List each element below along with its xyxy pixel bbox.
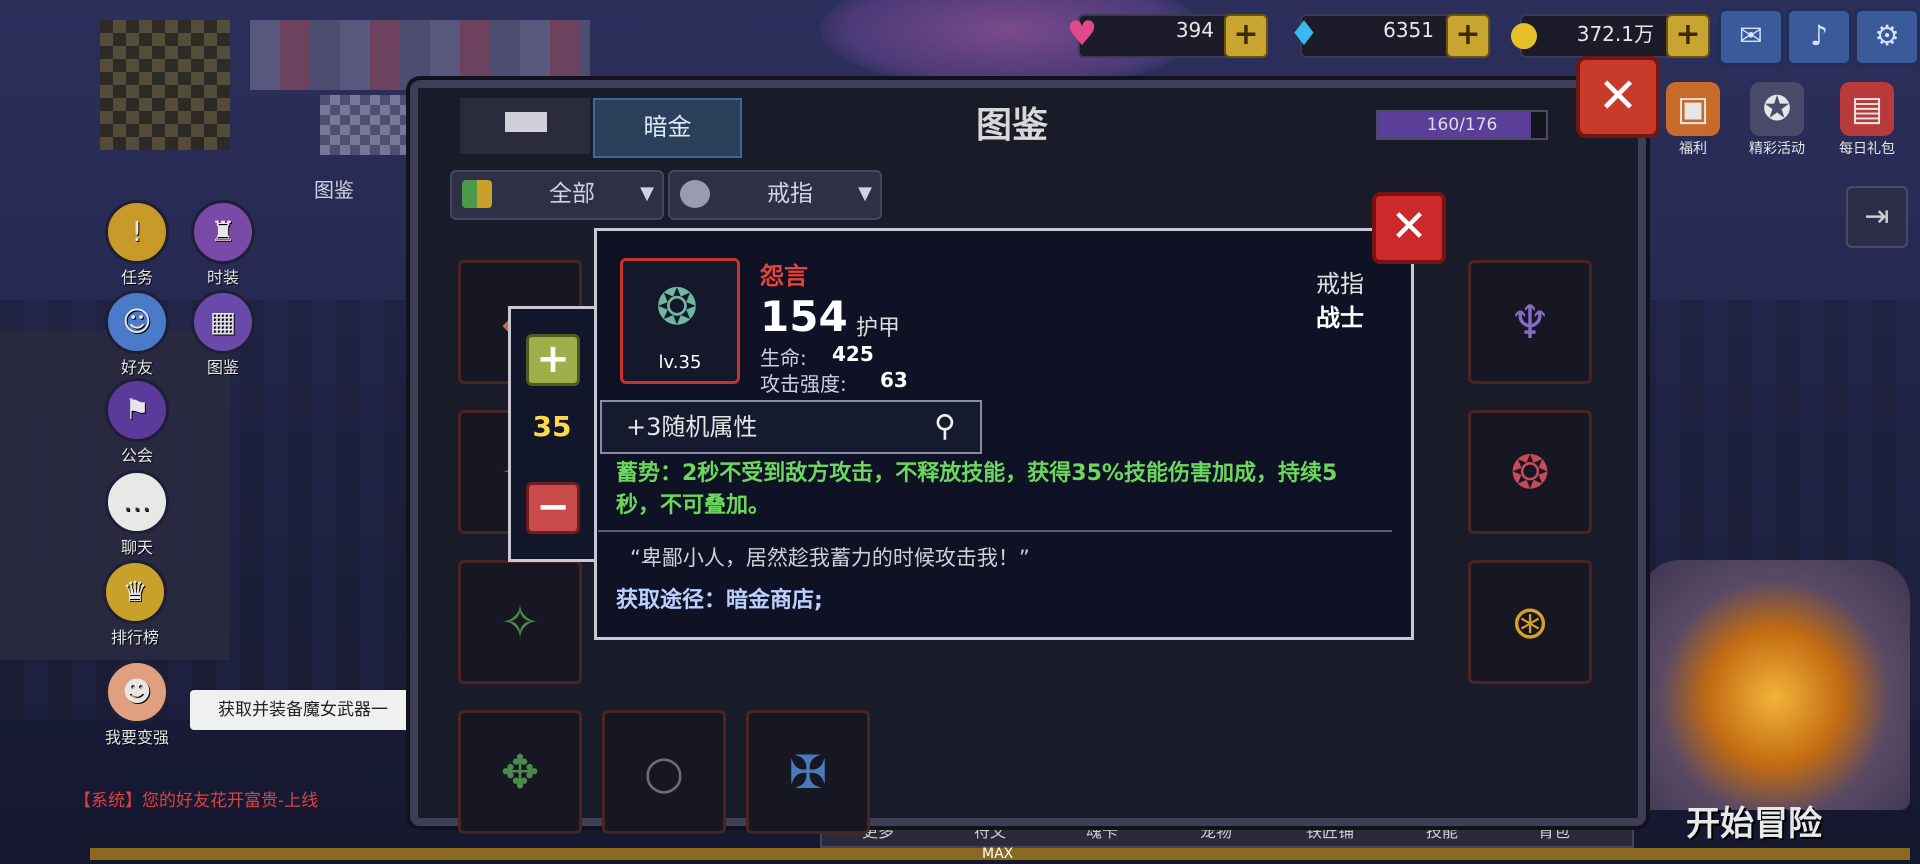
- item-class: 战士: [1316, 304, 1364, 332]
- magnifier-icon[interactable]: ⚲: [934, 402, 956, 452]
- event-label: 福利: [1679, 141, 1707, 157]
- collection-progress: 160/176: [1376, 110, 1548, 140]
- activity-badge-icon: ✪: [1750, 82, 1804, 136]
- costume-icon: ♜: [191, 200, 255, 264]
- hp-label: 生命:: [760, 346, 807, 370]
- attack-value: 63: [880, 368, 908, 392]
- tab-dark-gold[interactable]: 暗金: [593, 98, 742, 158]
- dungeon-portal[interactable]: [1640, 560, 1910, 810]
- gift-icon: ▤: [1840, 82, 1894, 136]
- progress-text: 160/176: [1426, 115, 1498, 135]
- armor-value: 154: [760, 292, 848, 341]
- collapse-arrow-icon[interactable]: ⇥: [1846, 186, 1908, 248]
- item-quote: “卑鄙小人，居然趁我蓄力的时候攻击我！”: [630, 546, 1030, 570]
- stepper-value: 35: [532, 410, 572, 443]
- item-type: 戒指: [1316, 270, 1364, 298]
- add-hearts-button[interactable]: +: [1224, 14, 1268, 58]
- menu-quests[interactable]: ! 任务: [100, 200, 174, 288]
- item-name: 怨言: [760, 262, 808, 290]
- start-adventure-button[interactable]: 开始冒险: [1686, 796, 1822, 845]
- item-slot[interactable]: ✥: [458, 710, 582, 834]
- player-badge-pixelated: [320, 95, 410, 155]
- item-slot[interactable]: ⊛: [1468, 560, 1592, 684]
- character-icon: ☻: [105, 660, 169, 724]
- filter-all-dropdown[interactable]: 全部 ▼: [450, 170, 664, 220]
- item-slot[interactable]: ✠: [746, 710, 870, 834]
- increase-level-button[interactable]: +: [526, 334, 580, 386]
- menu-label: 聊天: [120, 538, 153, 557]
- gold-coin-icon: ●: [1509, 14, 1539, 54]
- settings-gear-icon[interactable]: ⚙: [1854, 8, 1920, 66]
- random-attribute-label: +3随机属性: [626, 413, 758, 441]
- diamonds-value: 6351: [1383, 18, 1434, 42]
- system-message: 【系统】您的好友花开富贵-上线: [74, 791, 319, 811]
- random-attribute-box[interactable]: +3随机属性 ⚲: [600, 400, 982, 454]
- attack-label: 攻击强度:: [760, 372, 847, 396]
- codex-book-icon: ▦: [191, 290, 255, 354]
- chevron-down-icon: ▼: [858, 183, 872, 204]
- menu-label: 时装: [206, 268, 239, 287]
- event-activities[interactable]: ✪ 精彩活动: [1742, 82, 1812, 158]
- gold-value: 372.1万: [1576, 22, 1654, 46]
- exp-max-label: MAX: [982, 846, 1014, 862]
- close-panel-button[interactable]: ✕: [1576, 56, 1660, 138]
- panel-title: 图鉴: [976, 105, 1049, 146]
- menu-label: 图鉴: [206, 358, 239, 377]
- add-gold-button[interactable]: +: [1666, 14, 1710, 58]
- quest-scroll-icon: !: [105, 200, 169, 264]
- filter-label: 全部: [549, 181, 595, 207]
- menu-ranking[interactable]: ♛ 排行榜: [98, 560, 172, 648]
- hp-value: 425: [832, 342, 874, 366]
- diamond-icon: ♦: [1288, 14, 1320, 54]
- mail-icon[interactable]: ✉: [1718, 8, 1784, 66]
- skill-description: 蓄势：2秒不受到敌方攻击，不释放技能，获得35%技能伤害加成，持续5秒，不可叠加…: [616, 461, 1338, 518]
- sound-icon[interactable]: ♪: [1786, 8, 1852, 66]
- gift-box-icon: ▣: [1666, 82, 1720, 136]
- tab-hidden[interactable]: [460, 98, 590, 154]
- menu-get-stronger[interactable]: ☻ 我要变强: [100, 660, 174, 748]
- event-label: 精彩活动: [1749, 141, 1805, 157]
- menu-fashion[interactable]: ♜ 时装: [186, 200, 260, 288]
- hearts-value: 394: [1175, 18, 1214, 42]
- ring-category-icon: [680, 180, 710, 208]
- armor-label: 护甲: [856, 316, 901, 341]
- menu-label: 好友: [120, 358, 153, 377]
- menu-chat[interactable]: … 聊天: [100, 470, 174, 558]
- ring-icon: ❂: [656, 278, 698, 336]
- event-welfare[interactable]: ▣ 福利: [1658, 82, 1728, 158]
- item-slot[interactable]: ❂: [1468, 410, 1592, 534]
- grid-category-icon: [462, 180, 492, 208]
- add-diamonds-button[interactable]: +: [1446, 14, 1490, 58]
- menu-codex[interactable]: ▦ 图鉴: [186, 290, 260, 378]
- menu-friends[interactable]: ☺ 好友: [100, 290, 174, 378]
- chat-bubble-icon: …: [105, 470, 169, 534]
- tip-bubble[interactable]: 获取并装备魔女武器一: [190, 690, 436, 730]
- event-daily-gift[interactable]: ▤ 每日礼包: [1832, 82, 1902, 158]
- filter-label: 戒指: [767, 181, 813, 207]
- menu-label: 我要变强: [104, 728, 169, 747]
- menu-guild[interactable]: ⚑ 公会: [100, 378, 174, 466]
- tab-label-hidden: [505, 112, 547, 132]
- item-slot[interactable]: ✧: [458, 560, 582, 684]
- event-label: 每日礼包: [1839, 141, 1895, 157]
- item-level: lv.35: [658, 352, 702, 373]
- trophy-icon: ♛: [103, 560, 167, 624]
- player-label: 图鉴: [314, 178, 354, 202]
- item-slot[interactable]: ○: [602, 710, 726, 834]
- menu-label: 排行榜: [110, 628, 159, 647]
- item-slot[interactable]: ♆: [1468, 260, 1592, 384]
- menu-label: 任务: [120, 268, 153, 287]
- guild-banner-icon: ⚑: [105, 378, 169, 442]
- filter-type-dropdown[interactable]: 戒指 ▼: [668, 170, 882, 220]
- item-source: 获取途径：暗金商店;: [616, 588, 823, 613]
- chevron-down-icon: ▼: [640, 183, 654, 204]
- friends-icon: ☺: [105, 290, 169, 354]
- player-avatar[interactable]: [100, 20, 230, 150]
- close-popup-button[interactable]: ✕: [1372, 192, 1446, 264]
- heart-gem-icon: ♥: [1066, 14, 1098, 54]
- decrease-level-button[interactable]: −: [526, 482, 580, 534]
- divider: [598, 530, 1392, 532]
- menu-label: 公会: [120, 446, 153, 465]
